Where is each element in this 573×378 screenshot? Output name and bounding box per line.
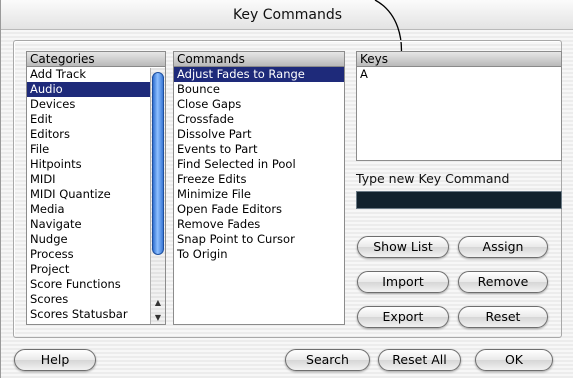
command-item[interactable]: Minimize File <box>174 187 344 202</box>
keys-list[interactable]: Keys A <box>356 51 562 161</box>
reset-all-button[interactable]: Reset All <box>378 349 461 371</box>
category-item[interactable]: Editors <box>27 127 165 142</box>
command-item[interactable]: Close Gaps <box>174 97 344 112</box>
scroll-up-arrow-icon[interactable]: ▲ <box>151 296 165 310</box>
help-button[interactable]: Help <box>14 349 96 371</box>
scroll-down-arrow-icon[interactable]: ▼ <box>151 311 165 324</box>
category-item[interactable]: Scores Statusbar <box>27 307 165 322</box>
command-item[interactable]: Adjust Fades to Range <box>174 67 344 82</box>
command-item[interactable]: Remove Fades <box>174 217 344 232</box>
category-item[interactable]: Hitpoints <box>27 157 165 172</box>
key-item[interactable]: A <box>357 67 561 82</box>
category-item[interactable]: Navigate <box>27 217 165 232</box>
categories-scroll-thumb[interactable] <box>152 72 164 255</box>
command-item[interactable]: Find Selected in Pool <box>174 157 344 172</box>
title-bar[interactable]: Key Commands <box>1 0 573 30</box>
export-button[interactable]: Export <box>357 306 449 328</box>
commands-header: Commands <box>174 52 344 67</box>
category-item[interactable]: Nudge <box>27 232 165 247</box>
command-item[interactable]: Freeze Edits <box>174 172 344 187</box>
command-item[interactable]: Dissolve Part <box>174 127 344 142</box>
search-button[interactable]: Search <box>285 349 370 371</box>
categories-list[interactable]: Categories Add Track Audio Devices Edit Edit… <box>26 51 166 325</box>
assign-button[interactable]: Assign <box>458 236 548 258</box>
category-item[interactable]: MIDI Quantize <box>27 187 165 202</box>
command-item[interactable]: Open Fade Editors <box>174 202 344 217</box>
category-item[interactable]: Devices <box>27 97 165 112</box>
categories-scrollbar[interactable]: ▲ ▼ <box>150 68 165 324</box>
commands-items: Adjust Fades to Range Bounce Close Gaps Cro… <box>174 67 344 262</box>
category-item[interactable]: Score Functions <box>27 277 165 292</box>
show-list-button[interactable]: Show List <box>357 236 449 258</box>
key-commands-window: Key Commands Categories Add Track Audio De… <box>0 0 573 378</box>
categories-items: Add Track Audio Devices Edit Editors File Hitp… <box>27 67 165 322</box>
import-button[interactable]: Import <box>357 271 449 293</box>
commands-list[interactable]: Commands Adjust Fades to Range Bounce Clos… <box>173 51 345 325</box>
reset-button[interactable]: Reset <box>458 306 548 328</box>
category-item[interactable]: Project <box>27 262 165 277</box>
category-item[interactable]: Audio <box>27 82 165 97</box>
category-item[interactable]: Scores <box>27 292 165 307</box>
keys-header: Keys <box>357 52 561 67</box>
category-item[interactable]: Edit <box>27 112 165 127</box>
keys-items: A <box>357 67 561 82</box>
ok-button[interactable]: OK <box>475 349 553 371</box>
command-item[interactable]: Crossfade <box>174 112 344 127</box>
command-item[interactable]: To Origin <box>174 247 344 262</box>
new-key-command-label: Type new Key Command <box>356 171 510 186</box>
category-item[interactable]: Process <box>27 247 165 262</box>
category-item[interactable]: Media <box>27 202 165 217</box>
remove-button[interactable]: Remove <box>458 271 548 293</box>
command-item[interactable]: Events to Part <box>174 142 344 157</box>
new-key-command-field[interactable] <box>356 191 562 209</box>
window-title: Key Commands <box>232 7 343 23</box>
command-item[interactable]: Snap Point to Cursor <box>174 232 344 247</box>
category-item[interactable]: File <box>27 142 165 157</box>
command-item[interactable]: Bounce <box>174 82 344 97</box>
category-item[interactable]: MIDI <box>27 172 165 187</box>
category-item[interactable]: Add Track <box>27 67 165 82</box>
categories-header: Categories <box>27 52 165 67</box>
